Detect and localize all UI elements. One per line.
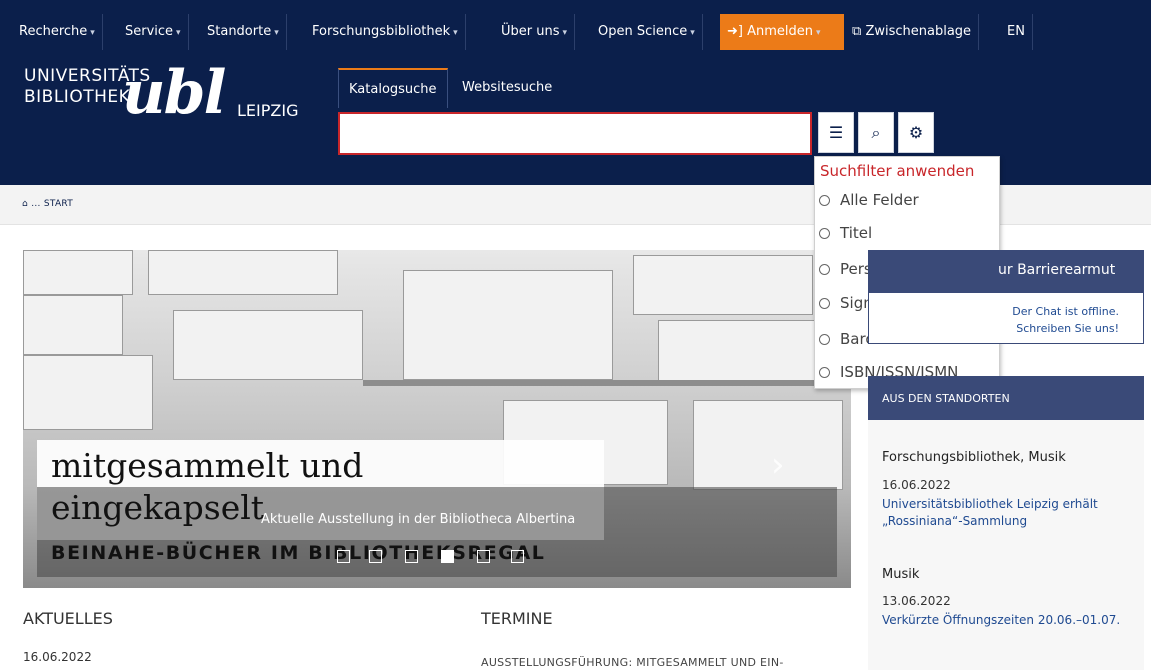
carousel-dot[interactable] [477,550,490,563]
news-date: 16.06.2022 [23,650,92,664]
chat-widget[interactable]: Der Chat ist offline. Schreiben Sie uns! [868,292,1144,344]
dropdown-title: Suchfilter anwenden [820,162,975,180]
list-icon: ☰ [828,123,844,142]
hero-image-box [693,400,843,490]
login-button[interactable]: ➜] Anmelden ▾ [720,14,844,50]
chevron-down-icon: ▾ [90,28,95,38]
radio-icon[interactable] [819,195,830,206]
breadcrumb: ⌂ ... START [22,199,74,209]
news-link[interactable]: Universitätsbibliothek Leipzig erhält „R… [882,496,1137,530]
carousel-dot[interactable] [405,550,418,563]
chevron-down-icon: ▾ [562,28,568,38]
chevron-down-icon: ▾ [690,28,695,38]
event-title[interactable]: AUSSTELLUNGSFÜHRUNG: MITGESAMMELT UND EI… [481,656,784,669]
accessibility-box[interactable]: ur Barrierearmut [868,250,1144,292]
hero-image-box [658,320,838,385]
logo-city: LEIPZIG [237,101,299,120]
standorte-heading: AUS DEN STANDORTEN [868,376,1144,420]
search-input[interactable] [338,112,812,155]
hero-title: mitgesammelt und [51,446,364,485]
aktuelles-heading: AKTUELLES [23,609,113,628]
language-switch[interactable]: EN [1000,14,1033,50]
hero-image-box [173,310,363,380]
chat-status: Der Chat ist offline. [1012,305,1119,318]
news-date: 13.06.2022 [882,594,951,608]
termine-heading: TERMINE [481,609,553,628]
tab-katalogsuche[interactable]: Katalogsuche [338,68,448,108]
search-icon: ⌕ [871,122,881,142]
chevron-right-icon[interactable]: › [771,445,785,485]
nav-forschungsbibliothek[interactable]: Forschungsbibliothek ▾ [305,14,466,50]
hero-image-box [148,250,338,295]
hero-title: eingekapselt [51,488,265,527]
carousel-dot[interactable] [511,550,524,563]
nav-ueber-uns[interactable]: Über uns ▾ [494,14,576,50]
radio-icon[interactable] [819,298,830,309]
home-icon[interactable]: ⌂ [22,199,28,209]
chevron-down-icon: ▾ [176,28,181,38]
radio-icon[interactable] [819,264,830,275]
chevron-down-icon: ▾ [274,28,279,38]
chat-cta: Schreiben Sie uns! [1016,322,1119,335]
tab-websitesuche[interactable]: Websitesuche [452,68,562,108]
hero-image-box [633,255,813,315]
filter-option[interactable]: Titel [819,223,872,243]
hero-subtitle: BEINAHE-BÜCHER IM BIBLIOTHEKSREGAL [51,542,546,564]
nav-service[interactable]: Service ▾ [118,14,189,50]
hero-carousel[interactable]: mitgesammelt und eingekapselt BEINAHE-BÜ… [23,250,851,588]
hero-image-box [23,250,133,295]
hero-image-box [403,270,613,380]
carousel-dot[interactable] [337,550,350,563]
logo-mark: ubl [122,58,226,128]
chevron-down-icon: ▾ [816,28,821,38]
hero-description[interactable]: Aktuelle Ausstellung in der Bibliotheca … [261,512,575,527]
sign-in-icon: ➜] [727,24,743,39]
filter-list-button[interactable]: ☰ [818,112,854,153]
clipboard-icon: ⧉ [852,24,862,39]
carousel-dot-active[interactable] [441,550,454,563]
chevron-down-icon: ▾ [453,28,458,38]
clipboard-button[interactable]: ⧉ Zwischenablage [845,14,980,50]
gear-icon: ⚙ [908,123,924,142]
hero-image-box [23,295,123,355]
news-date: 16.06.2022 [882,478,951,492]
top-navigation: Recherche ▾ Service ▾ Standorte ▾ Forschung… [0,0,1151,55]
search-button[interactable]: ⌕ [858,112,894,153]
hero-image-box [23,355,153,430]
standorte-news: Forschungsbibliothek, Musik 16.06.2022 U… [868,420,1144,670]
radio-icon[interactable] [819,228,830,239]
news-category: Musik [882,567,920,582]
radio-icon[interactable] [819,334,830,345]
hero-shelf-rail [363,380,851,386]
carousel-dot[interactable] [369,550,382,563]
radio-icon[interactable] [819,367,830,378]
news-category: Forschungsbibliothek, Musik [882,450,1066,465]
nav-recherche[interactable]: Recherche ▾ [12,14,103,50]
news-link[interactable]: Verkürzte Öffnungszeiten 20.06.–01.07. [882,612,1137,629]
nav-open-science[interactable]: Open Science ▾ [591,14,703,50]
nav-standorte[interactable]: Standorte ▾ [200,14,287,50]
settings-button[interactable]: ⚙ [898,112,934,153]
filter-option[interactable]: Alle Felder [819,190,919,210]
